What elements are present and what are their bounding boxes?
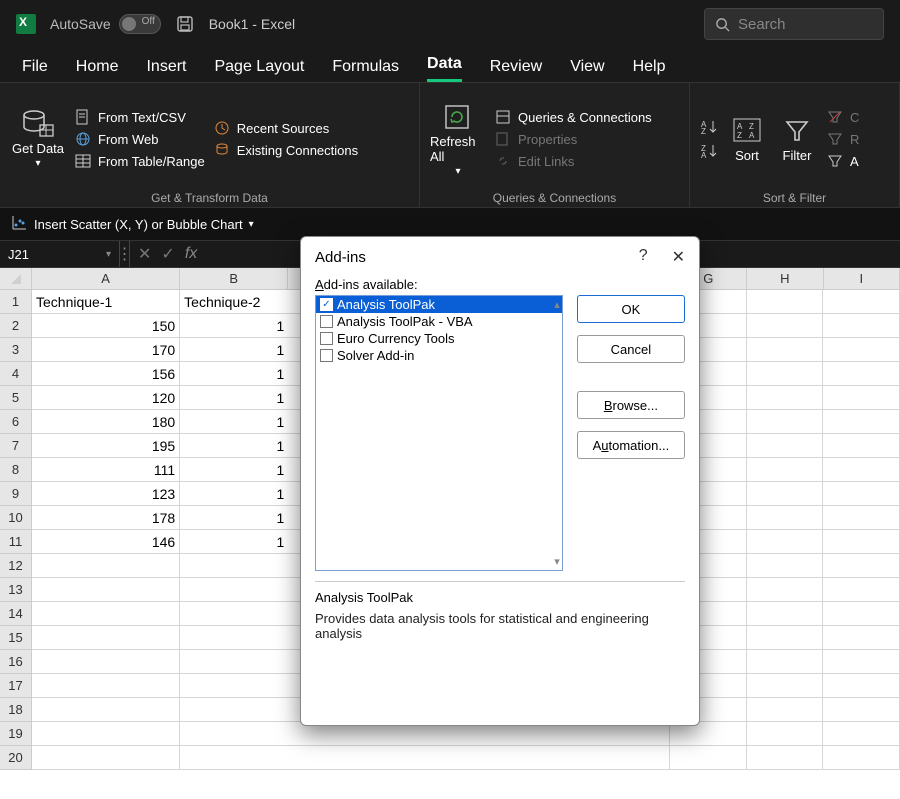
addins-dialog: Add-ins ? ✕ Add-ins available: ✓ Analysis…	[300, 236, 700, 726]
addin-list-item[interactable]: ✓ Analysis ToolPak	[316, 296, 562, 313]
ok-button[interactable]: OK	[577, 295, 685, 323]
scroll-up-icon[interactable]: ▴	[554, 298, 560, 311]
checkbox-icon[interactable]	[320, 315, 333, 328]
checkbox-icon[interactable]	[320, 349, 333, 362]
addins-available-label: Add-ins available:	[315, 277, 685, 292]
modal-overlay: Add-ins ? ✕ Add-ins available: ✓ Analysis…	[0, 0, 900, 799]
addin-item-label: Analysis ToolPak	[337, 297, 435, 312]
addin-list-item[interactable]: Analysis ToolPak - VBA	[316, 313, 562, 330]
addin-item-label: Solver Add-in	[337, 348, 414, 363]
help-icon[interactable]: ?	[639, 247, 648, 267]
cancel-button[interactable]: Cancel	[577, 335, 685, 363]
addin-desc-body: Provides data analysis tools for statist…	[315, 611, 685, 641]
close-icon[interactable]: ✕	[672, 247, 685, 267]
checkbox-icon[interactable]: ✓	[320, 298, 333, 311]
scroll-down-icon[interactable]: ▾	[554, 555, 560, 568]
automation-button[interactable]: Automation...	[577, 431, 685, 459]
addin-list-item[interactable]: Euro Currency Tools	[316, 330, 562, 347]
addin-list-item[interactable]: Solver Add-in	[316, 347, 562, 364]
checkbox-icon[interactable]	[320, 332, 333, 345]
addin-desc-title: Analysis ToolPak	[315, 590, 685, 605]
addin-item-label: Analysis ToolPak - VBA	[337, 314, 473, 329]
browse-button[interactable]: Browse...	[577, 391, 685, 419]
addin-item-label: Euro Currency Tools	[337, 331, 455, 346]
dialog-title: Add-ins	[315, 249, 366, 266]
addins-listbox[interactable]: ✓ Analysis ToolPak Analysis ToolPak - VBA E…	[315, 295, 563, 571]
